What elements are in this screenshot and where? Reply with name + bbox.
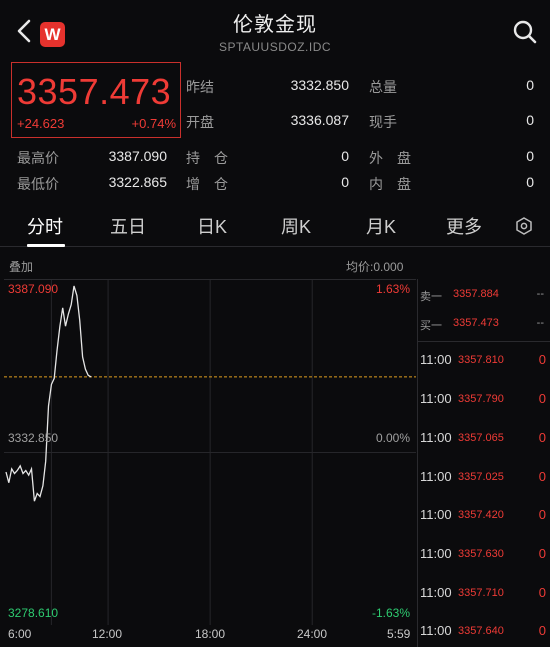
bid1-label: 买一: [420, 320, 442, 332]
bid1-volume: --: [536, 317, 544, 329]
y-axis-mid-pct: 0.00%: [375, 431, 410, 445]
tick-volume: 0: [538, 546, 546, 561]
divider: [418, 341, 550, 342]
tick-time: 11:00: [420, 546, 452, 561]
tick-price: 3357.790: [458, 393, 504, 405]
tab-more[interactable]: 更多: [446, 213, 482, 239]
x-tick-label: 6:00: [8, 627, 32, 641]
tick-panel[interactable]: 卖一 3357.884 -- 买一 3357.473 -- 11:00 3357…: [417, 279, 550, 647]
y-axis-bottom-price: 3278.610: [8, 606, 59, 620]
settings-icon[interactable]: [515, 217, 533, 235]
y-axis-top-pct: 1.63%: [375, 282, 410, 296]
price-change-pct: +0.74%: [131, 116, 176, 131]
tick-price: 3357.025: [458, 471, 504, 483]
tick-time: 11:00: [420, 352, 452, 367]
y-axis-top-price: 3387.090: [8, 282, 59, 296]
ask1-volume: --: [536, 288, 544, 300]
interest-change-label: 增 仓: [186, 176, 228, 192]
x-tick-label: 5:59: [387, 627, 411, 641]
symbol-code: SPTAUUSDOZ.IDC: [218, 40, 332, 54]
interest-change-value: 0: [341, 174, 349, 190]
active-tab-indicator: [27, 244, 65, 247]
tick-volume: 0: [538, 623, 546, 638]
tick-time: 11:00: [420, 469, 452, 484]
last-price: 3357.473: [17, 71, 172, 112]
tick-price: 3357.420: [458, 509, 504, 521]
prev-close-label: 昨结: [186, 79, 214, 95]
tick-price: 3357.710: [458, 587, 504, 599]
x-tick-label: 18:00: [195, 627, 226, 641]
tick-time: 11:00: [420, 430, 452, 445]
bid1-price: 3357.473: [453, 317, 499, 329]
tick-row: 11:00 3357.630 0: [418, 546, 550, 585]
tick-volume: 0: [538, 469, 546, 484]
tab-five-day[interactable]: 五日: [110, 213, 146, 239]
page-title: 伦敦金现: [233, 14, 317, 36]
tick-volume: 0: [538, 507, 546, 522]
tick-volume: 0: [538, 430, 546, 445]
high-value: 3387.090: [108, 148, 167, 164]
y-axis-mid-price: 3332.850: [8, 431, 59, 445]
search-icon[interactable]: [512, 19, 538, 45]
inner-volume-label: 内 盘: [369, 176, 411, 192]
tick-price: 3357.810: [458, 354, 504, 366]
tick-time: 11:00: [420, 585, 452, 600]
tick-row: 11:00 3357.025 0: [418, 469, 550, 508]
overlay-button[interactable]: 叠加: [9, 258, 33, 275]
tick-price: 3357.640: [458, 625, 504, 637]
outer-volume-value: 0: [526, 148, 534, 164]
y-axis-bottom-pct: -1.63%: [371, 606, 410, 620]
average-price-label: 均价:0.000: [346, 260, 404, 274]
open-label: 开盘: [186, 114, 214, 130]
open-interest-value: 0: [341, 148, 349, 164]
x-tick-label: 24:00: [297, 627, 328, 641]
tick-row: 11:00 3357.065 0: [418, 430, 550, 469]
prev-close-value: 3332.850: [290, 77, 349, 93]
tick-time: 11:00: [420, 391, 452, 406]
high-label: 最高价: [17, 150, 59, 166]
price-change: +24.623: [17, 116, 65, 131]
low-value: 3322.865: [108, 174, 167, 190]
tick-time: 11:00: [420, 507, 452, 522]
tick-row: 11:00 3357.420 0: [418, 507, 550, 546]
x-tick-label: 12:00: [92, 627, 123, 641]
current-volume-value: 0: [526, 112, 534, 128]
tick-row: 11:00 3357.640 0: [418, 623, 550, 647]
intraday-chart-svg: [4, 280, 416, 625]
low-label: 最低价: [17, 176, 59, 192]
tab-weekly-k[interactable]: 周K: [281, 213, 311, 239]
tick-volume: 0: [538, 585, 546, 600]
price-line: [5, 285, 92, 502]
tick-row: 11:00 3357.710 0: [418, 585, 550, 624]
ask1-price: 3357.884: [453, 288, 499, 300]
open-interest-label: 持 仓: [186, 150, 228, 166]
tick-volume: 0: [538, 352, 546, 367]
tick-row: 11:00 3357.790 0: [418, 391, 550, 430]
chart-period-tabs: 分时 五日 日K 周K 月K 更多: [0, 203, 550, 247]
tab-monthly-k[interactable]: 月K: [366, 213, 396, 239]
price-box: 3357.473 +24.623 +0.74%: [11, 62, 181, 138]
tab-intraday[interactable]: 分时: [27, 213, 63, 239]
tab-daily-k[interactable]: 日K: [197, 213, 227, 239]
ask1-label: 卖一: [420, 291, 442, 303]
tick-row: 11:00 3357.810 0: [418, 352, 550, 391]
total-volume-label: 总量: [369, 79, 397, 95]
tick-price: 3357.630: [458, 548, 504, 560]
current-volume-label: 现手: [369, 114, 397, 130]
intraday-chart[interactable]: 3387.090 3332.850 3278.610 1.63% 0.00% -…: [4, 279, 416, 625]
tick-price: 3357.065: [458, 432, 504, 444]
tick-time: 11:00: [420, 623, 452, 638]
outer-volume-label: 外 盘: [369, 150, 411, 166]
inner-volume-value: 0: [526, 174, 534, 190]
header: W 伦敦金现 SPTAUUSDOZ.IDC: [0, 0, 550, 60]
tick-volume: 0: [538, 391, 546, 406]
open-value: 3336.087: [290, 112, 349, 128]
total-volume-value: 0: [526, 77, 534, 93]
